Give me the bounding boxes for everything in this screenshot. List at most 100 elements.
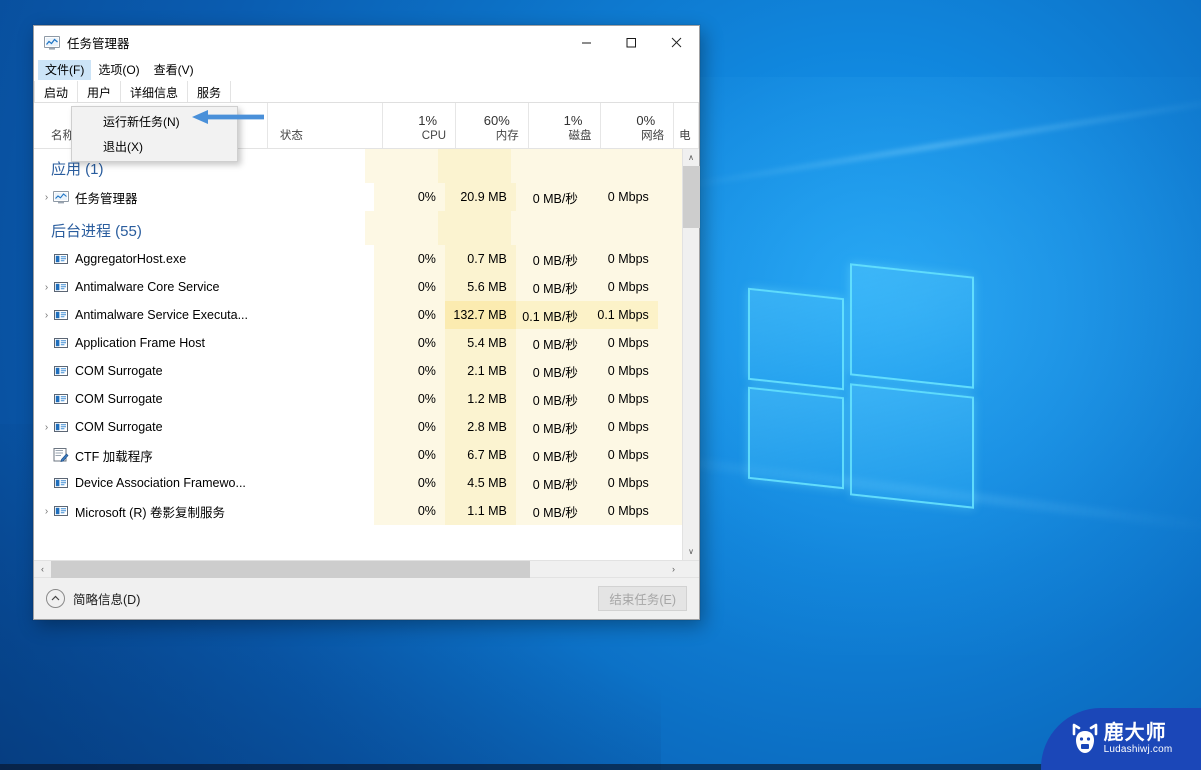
process-disk-cell: 0 MB/秒 <box>515 245 587 273</box>
process-icon <box>54 366 68 376</box>
tab-services[interactable]: 服务 <box>188 81 232 102</box>
process-cpu-cell: 0% <box>373 441 445 469</box>
process-memory-cell: 4.5 MB <box>444 469 516 497</box>
menu-item-file[interactable]: 文件(F) <box>38 60 92 80</box>
end-task-button[interactable]: 结束任务(E) <box>598 586 687 611</box>
horizontal-scroll-track[interactable] <box>51 561 665 578</box>
process-network-cell: 0 Mbps <box>586 469 658 497</box>
table-row[interactable]: Device Association Framewo... 0% 4.5 MB 0 M… <box>34 469 682 497</box>
process-list[interactable]: 应用 (1) › 任务管理器 0% 20.9 MB 0 MB/秒 0 Mbps 后台进程 (5… <box>34 149 682 560</box>
group-network-cell <box>584 211 657 245</box>
tab-users[interactable]: 用户 <box>78 81 122 102</box>
process-memory-cell: 1.1 MB <box>444 497 516 525</box>
column-header-disk[interactable]: 1% 磁盘 <box>529 103 602 148</box>
close-button[interactable] <box>654 26 699 59</box>
table-row[interactable]: COM Surrogate 0% 1.2 MB 0 MB/秒 0 Mbps <box>34 385 682 413</box>
horizontal-scroll-thumb[interactable] <box>51 561 530 578</box>
horizontal-scrollbar[interactable]: ‹ › <box>34 560 699 578</box>
site-watermark: 鹿大师 Ludashiwj.com <box>1041 708 1201 770</box>
column-header-memory-pct: 60% <box>483 113 510 128</box>
menu-item-exit[interactable]: 退出(X) <box>72 134 237 159</box>
process-power-cell <box>657 301 682 329</box>
table-row[interactable]: › 任务管理器 0% 20.9 MB 0 MB/秒 0 Mbps <box>34 183 682 211</box>
process-disk-cell: 0 MB/秒 <box>515 329 587 357</box>
group-network-cell <box>584 149 657 183</box>
process-name-cell: › COM Surrogate <box>34 413 262 441</box>
process-cpu-cell: 0% <box>373 183 445 211</box>
process-network-cell: 0 Mbps <box>586 413 658 441</box>
process-name-cell: COM Surrogate <box>34 357 262 385</box>
process-name-label: COM Surrogate <box>75 364 163 378</box>
scroll-down-arrow-icon[interactable]: ∨ <box>683 543 699 560</box>
process-cpu-cell: 0% <box>373 357 445 385</box>
vertical-scroll-track[interactable] <box>683 166 700 543</box>
vertical-scrollbar[interactable]: ∧ ∨ <box>682 149 700 560</box>
column-header-cpu[interactable]: 1% CPU <box>383 103 457 148</box>
taskbar <box>0 764 1201 770</box>
table-row[interactable]: Application Frame Host 0% 5.4 MB 0 MB/秒 0 Mb… <box>34 329 682 357</box>
left-arrow-annotation-icon <box>192 110 264 124</box>
column-header-status[interactable]: 状态 <box>268 103 384 148</box>
process-power-cell <box>657 469 682 497</box>
process-status-cell <box>262 413 374 441</box>
expand-chevron-icon[interactable]: › <box>40 422 53 433</box>
task-manager-icon <box>53 191 69 204</box>
table-row[interactable]: › COM Surrogate 0% 2.8 MB 0 MB/秒 0 Mbps <box>34 413 682 441</box>
process-icon <box>54 282 68 292</box>
process-power-cell <box>657 497 682 525</box>
process-disk-cell: 0.1 MB/秒 <box>515 301 587 329</box>
vertical-scroll-thumb[interactable] <box>683 166 700 228</box>
maximize-button[interactable] <box>609 26 654 59</box>
column-header-power[interactable]: 电 <box>674 103 700 148</box>
table-row[interactable]: › Antimalware Service Executa... 0% 132.7 M… <box>34 301 682 329</box>
expand-chevron-icon[interactable]: › <box>40 192 53 203</box>
menu-item-view[interactable]: 查看(V) <box>147 60 201 80</box>
column-header-status-label: 状态 <box>279 130 303 142</box>
windows-logo-pane-2 <box>850 263 974 389</box>
process-cpu-cell: 0% <box>373 245 445 273</box>
process-name-cell: COM Surrogate <box>34 385 262 413</box>
expand-chevron-icon[interactable]: › <box>40 506 53 517</box>
windows-logo-pane-1 <box>748 287 844 391</box>
table-row[interactable]: AggregatorHost.exe 0% 0.7 MB 0 MB/秒 0 Mbps <box>34 245 682 273</box>
table-row[interactable]: › Antimalware Core Service 0% 5.6 MB 0 MB/秒 0… <box>34 273 682 301</box>
process-name-label: 任务管理器 <box>75 191 138 206</box>
expand-chevron-icon[interactable]: › <box>40 282 53 293</box>
group-disk-cell <box>511 149 584 183</box>
minimize-button[interactable] <box>564 26 609 59</box>
tab-startup[interactable]: 启动 <box>34 81 79 102</box>
table-row[interactable]: › Microsoft (R) 卷影复制服务 0% 1.1 MB 0 MB/秒 0 Mbp… <box>34 497 682 525</box>
fewer-details-button[interactable]: 简略信息(D) <box>46 589 140 608</box>
column-header-memory[interactable]: 60% 内存 <box>456 103 529 148</box>
tab-details[interactable]: 详细信息 <box>121 81 189 102</box>
process-network-cell: 0 Mbps <box>586 329 658 357</box>
status-bar: 简略信息(D) 结束任务(E) <box>34 577 699 619</box>
process-memory-cell: 2.1 MB <box>444 357 516 385</box>
process-status-cell <box>262 469 374 497</box>
process-power-cell <box>657 357 682 385</box>
scrollbar-corner <box>682 561 699 577</box>
windows-logo-wallpaper <box>700 240 1020 540</box>
group-cpu-cell <box>365 149 438 183</box>
process-cpu-cell: 0% <box>373 413 445 441</box>
scroll-up-arrow-icon[interactable]: ∧ <box>683 149 699 166</box>
menu-item-options[interactable]: 选项(O) <box>91 60 146 80</box>
title-bar[interactable]: 任务管理器 <box>34 26 699 59</box>
table-row[interactable]: CTF 加载程序 0% 6.7 MB 0 MB/秒 0 Mbps <box>34 441 682 469</box>
expand-chevron-icon[interactable]: › <box>40 310 53 321</box>
column-header-network[interactable]: 0% 网络 <box>601 103 675 148</box>
process-cpu-cell: 0% <box>373 385 445 413</box>
process-name-label: Device Association Framewo... <box>75 476 246 490</box>
process-memory-cell: 132.7 MB <box>444 301 516 329</box>
process-name-cell: Application Frame Host <box>34 329 262 357</box>
column-header-disk-label: 磁盘 <box>568 130 592 142</box>
scroll-right-arrow-icon[interactable]: › <box>665 561 682 577</box>
process-cpu-cell: 0% <box>373 497 445 525</box>
process-status-cell <box>262 245 374 273</box>
process-group-title: 后台进程 (55) <box>51 223 142 240</box>
process-network-cell: 0 Mbps <box>586 273 658 301</box>
process-name-cell: › 任务管理器 <box>34 183 262 211</box>
table-row[interactable]: COM Surrogate 0% 2.1 MB 0 MB/秒 0 Mbps <box>34 357 682 385</box>
scroll-left-arrow-icon[interactable]: ‹ <box>34 561 51 577</box>
process-icon <box>54 478 68 488</box>
